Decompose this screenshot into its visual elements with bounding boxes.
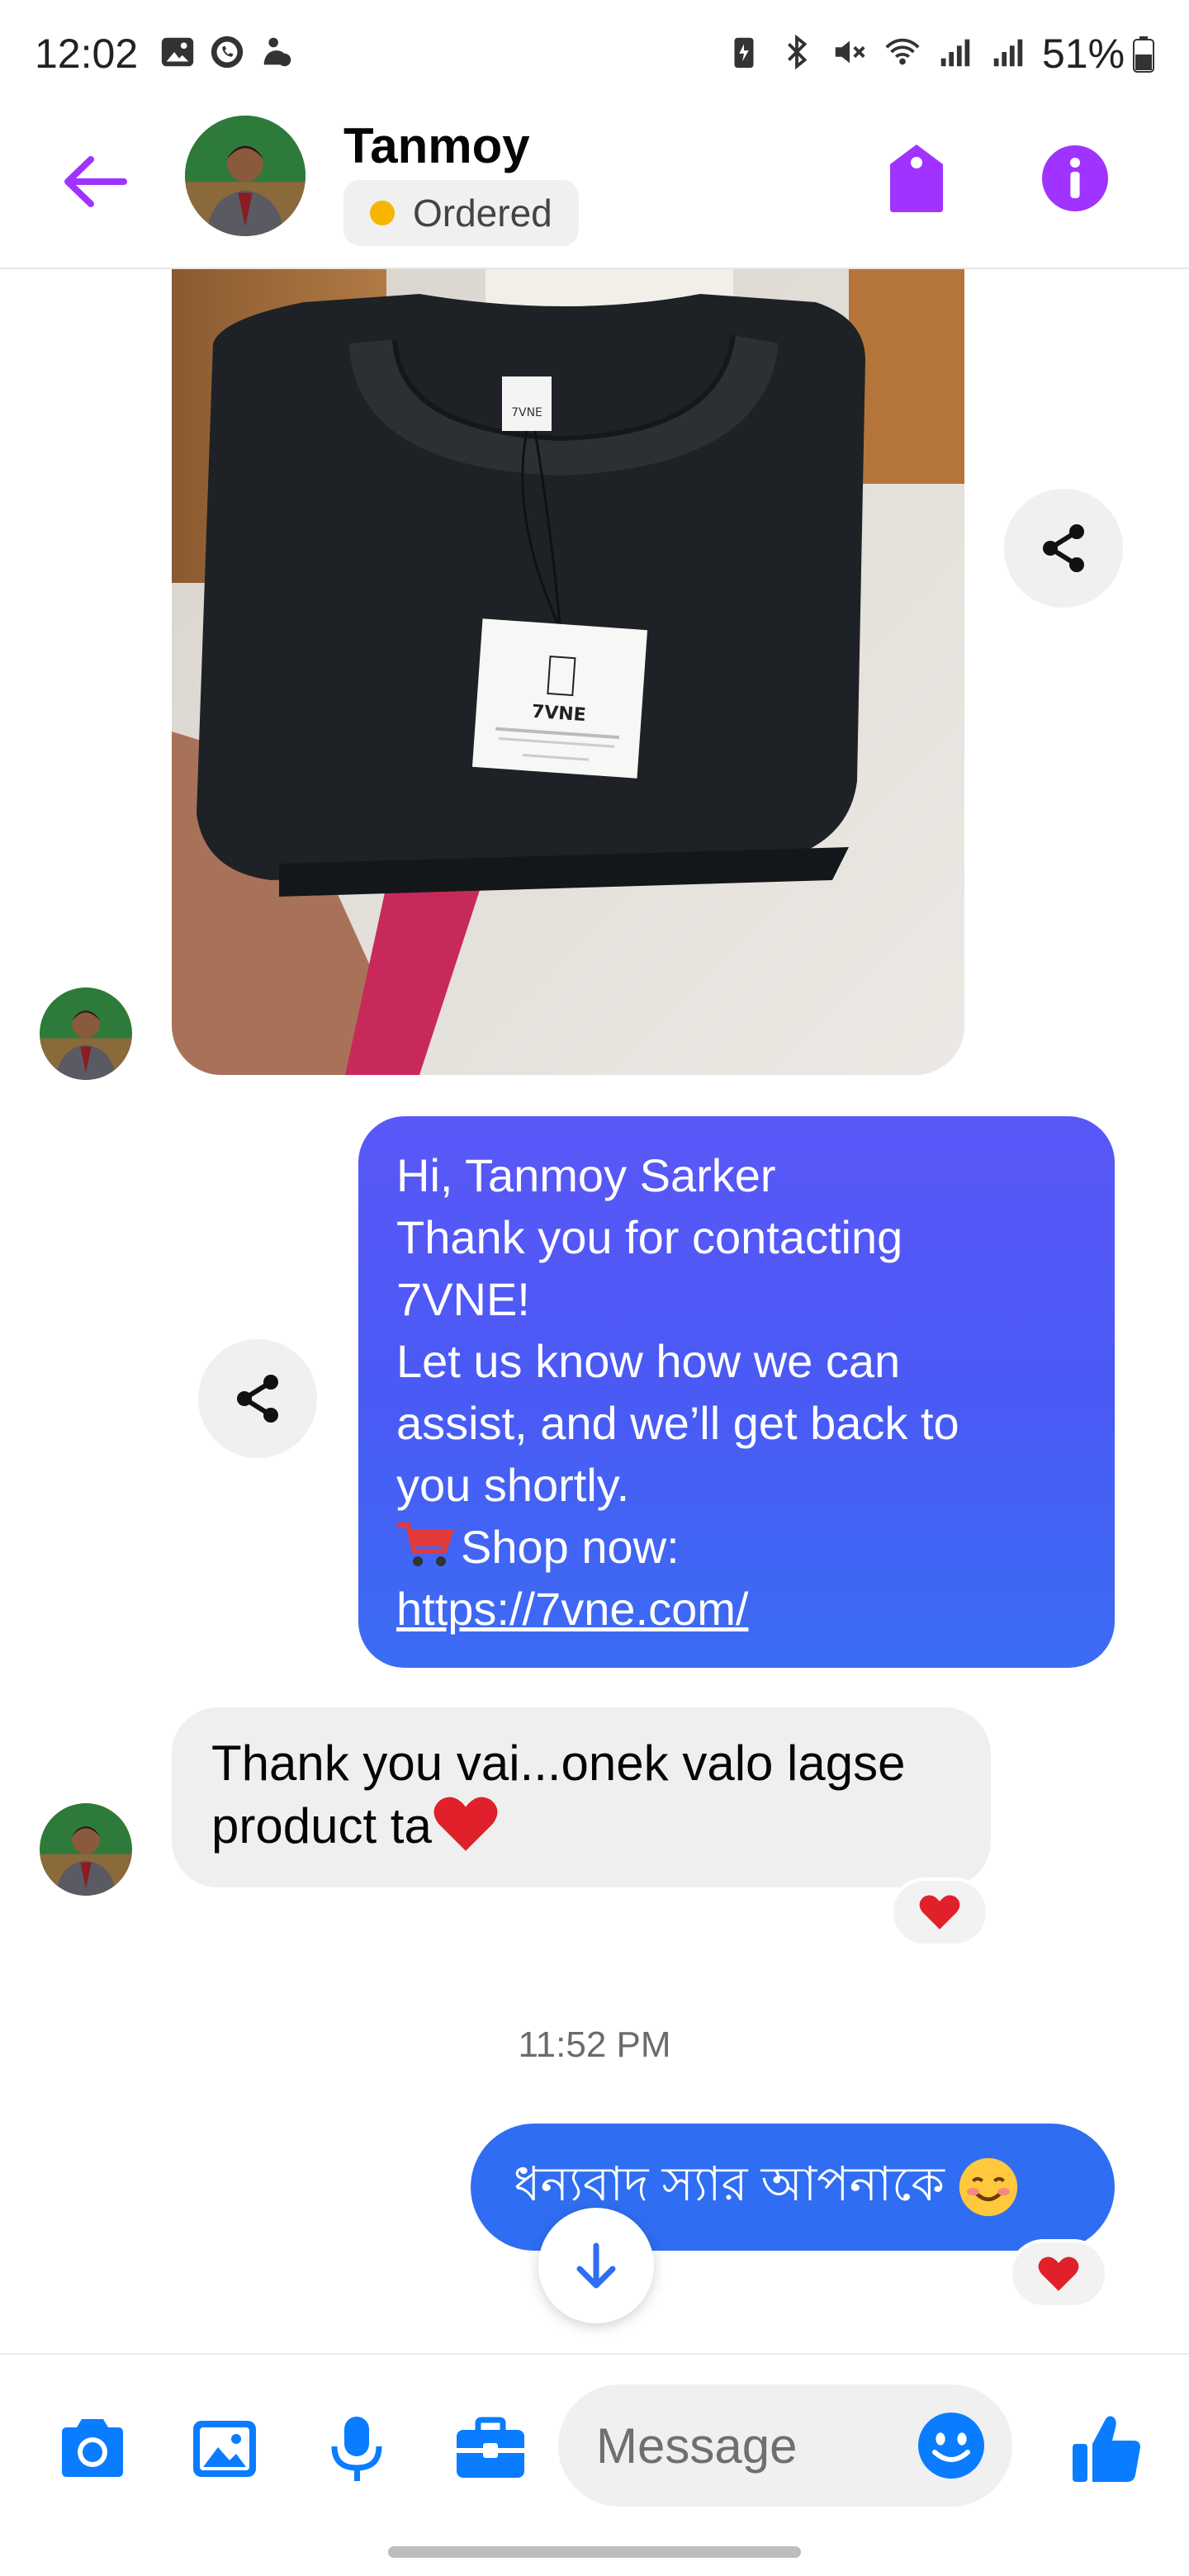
heart-reaction[interactable] xyxy=(1009,2239,1108,2308)
order-status-chip[interactable]: Ordered xyxy=(343,180,579,246)
share-photo-button[interactable] xyxy=(1004,489,1123,608)
smiling-face-emoji xyxy=(959,2157,1018,2217)
signal-2-icon xyxy=(993,39,1023,67)
shop-now-label: Shop now: xyxy=(461,1521,680,1573)
briefcase-icon xyxy=(457,2417,524,2478)
business-tools-button[interactable] xyxy=(449,2408,532,2490)
whatsapp-notification-icon xyxy=(211,36,244,69)
contact-name[interactable]: Tanmoy xyxy=(343,117,530,174)
share-icon xyxy=(1043,524,1084,572)
heart-reaction[interactable] xyxy=(890,1878,989,1947)
voice-button[interactable] xyxy=(315,2408,398,2490)
customer-reply-message[interactable]: Thank you vai...onek valo lagse product … xyxy=(172,1707,991,1887)
avatar-image xyxy=(185,116,306,236)
status-bar: 12:02 51% xyxy=(0,0,1189,107)
battery-saver-icon xyxy=(734,37,754,69)
order-status-label: Ordered xyxy=(413,192,552,234)
home-gesture-bar[interactable] xyxy=(388,2546,801,2558)
sender-avatar[interactable] xyxy=(40,1803,132,1896)
heart-icon xyxy=(1038,2256,1079,2291)
chat-header: Tanmoy Ordered xyxy=(0,107,1189,269)
battery-icon xyxy=(1133,36,1154,73)
bluetooth-icon xyxy=(788,34,808,70)
greeting-line: you shortly. xyxy=(396,1459,630,1511)
camera-button[interactable] xyxy=(51,2408,134,2490)
message-field[interactable] xyxy=(558,2384,1012,2507)
greeting-line: Let us know how we can xyxy=(396,1335,901,1387)
heart-icon xyxy=(919,1895,960,1930)
reply-line: Thank you vai...onek valo lagse xyxy=(211,1735,906,1791)
arrow-left-icon xyxy=(64,156,127,207)
message-timestamp: 11:52 PM xyxy=(518,2024,671,2065)
image-icon xyxy=(193,2421,256,2477)
microphone-icon xyxy=(331,2417,382,2481)
message-input[interactable] xyxy=(596,2413,877,2479)
battery-percent: 51% xyxy=(1042,31,1125,77)
svg-text:7VNE: 7VNE xyxy=(511,406,542,419)
tshirt-photo: 7VNE 7VNE xyxy=(172,269,964,1075)
shopping-cart-icon xyxy=(398,1522,455,1566)
greeting-line: assist, and we’ll get back to xyxy=(396,1397,959,1449)
greeting-line: Hi, Tanmoy Sarker xyxy=(396,1149,776,1201)
thumbs-up-icon xyxy=(1073,2416,1140,2482)
shop-link[interactable]: https://7vne.com/ xyxy=(396,1583,748,1635)
back-button[interactable] xyxy=(53,140,135,223)
gallery-notification-icon xyxy=(161,37,194,67)
greeting-message[interactable]: Hi, Tanmoy Sarker Thank you for contacti… xyxy=(358,1116,1115,1668)
emoji-button[interactable] xyxy=(910,2404,992,2487)
sender-avatar[interactable] xyxy=(40,987,132,1080)
mute-icon xyxy=(835,40,865,64)
tag-icon xyxy=(890,144,943,212)
avatar-image xyxy=(40,987,132,1080)
label-button[interactable] xyxy=(875,137,958,220)
clock: 12:02 xyxy=(35,31,139,77)
signal-1-icon xyxy=(940,39,970,67)
share-message-button[interactable] xyxy=(198,1339,317,1458)
brand-tag-text: 7VNE xyxy=(531,702,586,727)
info-icon xyxy=(1042,145,1108,211)
scroll-to-bottom-button[interactable] xyxy=(538,2208,654,2323)
message-composer xyxy=(0,2353,1189,2535)
wifi-icon xyxy=(885,38,920,65)
share-icon xyxy=(237,1375,278,1423)
photo-attachment[interactable]: 7VNE 7VNE xyxy=(172,269,964,1075)
camera-icon xyxy=(62,2419,123,2477)
red-heart-emoji xyxy=(433,1797,498,1851)
arrow-down-icon xyxy=(576,2242,616,2289)
smiley-icon xyxy=(918,2413,984,2479)
status-dot xyxy=(370,201,395,225)
like-button[interactable] xyxy=(1065,2408,1148,2490)
contact-avatar[interactable] xyxy=(185,116,306,236)
info-button[interactable] xyxy=(1034,137,1116,220)
greeting-line: Thank you for contacting xyxy=(396,1211,903,1263)
greeting-line: 7VNE! xyxy=(396,1273,530,1325)
reply-line: product ta xyxy=(211,1798,432,1854)
app-notification-icon xyxy=(263,37,291,67)
avatar-image xyxy=(40,1803,132,1896)
gallery-button[interactable] xyxy=(183,2408,266,2490)
